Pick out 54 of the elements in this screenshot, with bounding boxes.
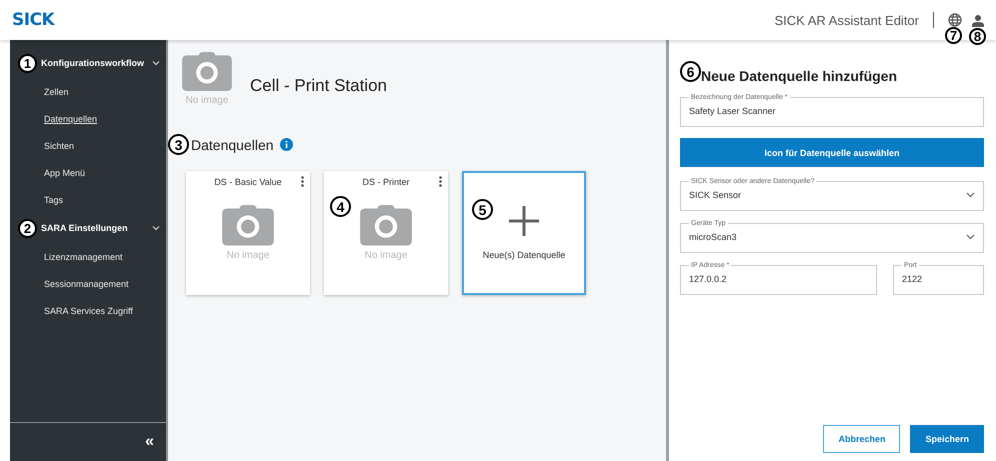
card-title: DS - Printer xyxy=(362,177,410,187)
camera-icon xyxy=(360,205,412,246)
callout-number: 8 xyxy=(969,28,986,44)
data-source-card[interactable]: DS - Basic Value No image xyxy=(186,171,310,295)
callout-number: 7 xyxy=(945,27,962,44)
app-title: SICK AR Assistant Editor xyxy=(774,12,919,28)
field-value: 127.0.0.2 xyxy=(689,274,728,284)
nav-item[interactable]: Datenquellen xyxy=(44,114,98,124)
nav-group-title[interactable]: SARA Einstellungen xyxy=(41,223,148,233)
chevron-down-icon xyxy=(966,234,975,240)
user-icon[interactable] xyxy=(972,14,984,26)
kebab-menu-icon[interactable] xyxy=(439,176,442,187)
section-title: Datenquellen xyxy=(191,136,274,152)
callout-number: 5 xyxy=(472,199,493,220)
nav-item[interactable]: App Menü xyxy=(44,168,86,178)
nav-item[interactable]: Zellen xyxy=(44,86,69,96)
card-label: Neue(s) Datenquelle xyxy=(482,250,566,260)
data-source-card[interactable]: DS - Printer No image 4 xyxy=(324,171,448,295)
nav-item[interactable]: Sessionmanagement xyxy=(44,278,129,288)
nav-item[interactable]: Tags xyxy=(44,194,64,204)
nav-item[interactable]: SARA Services Zugriff xyxy=(44,306,133,316)
callout-number: 6 xyxy=(680,61,701,82)
field-value: microScan3 xyxy=(689,232,738,242)
info-icon[interactable] xyxy=(280,138,293,151)
field-value: Safety Laser Scanner xyxy=(689,106,777,116)
chevron-down-icon[interactable] xyxy=(152,224,160,232)
nav-item[interactable]: Sichten xyxy=(44,140,74,150)
callout-number: 1 xyxy=(18,54,37,72)
camera-icon xyxy=(182,52,232,91)
field-value: SICK Sensor xyxy=(689,190,742,200)
no-image-caption: No image xyxy=(364,250,408,261)
kebab-menu-icon[interactable] xyxy=(301,176,304,187)
no-image-caption: No image xyxy=(186,95,228,106)
camera-icon xyxy=(222,205,274,246)
choose-icon-button[interactable]: Icon für Datenquelle auswählen xyxy=(680,138,984,167)
cell-title: Cell - Print Station xyxy=(250,76,387,96)
field-value: 2122 xyxy=(902,274,924,284)
plus-icon xyxy=(509,206,539,236)
nav-group-title[interactable]: Konfigurationsworkflow xyxy=(41,58,148,68)
card-title: DS - Basic Value xyxy=(214,177,282,187)
globe-icon[interactable] xyxy=(948,13,962,27)
logo: SICK xyxy=(12,10,54,30)
nav-item[interactable]: Lizenzmanagement xyxy=(44,252,123,262)
no-image-caption: No image xyxy=(226,250,270,261)
add-data-source-card[interactable]: Neue(s) Datenquelle 5 xyxy=(462,171,586,295)
callout-number: 2 xyxy=(18,218,37,238)
chevron-down-icon[interactable] xyxy=(152,59,160,67)
panel-title: Neue Datenquelle hinzufügen xyxy=(701,68,898,84)
cancel-button[interactable]: Abbrechen xyxy=(823,425,900,453)
callout-number: 3 xyxy=(168,134,189,155)
chevron-down-icon xyxy=(966,192,975,198)
callout-number: 4 xyxy=(330,196,351,217)
save-button[interactable]: Speichern xyxy=(910,425,984,453)
collapse-button[interactable]: « xyxy=(145,433,154,451)
